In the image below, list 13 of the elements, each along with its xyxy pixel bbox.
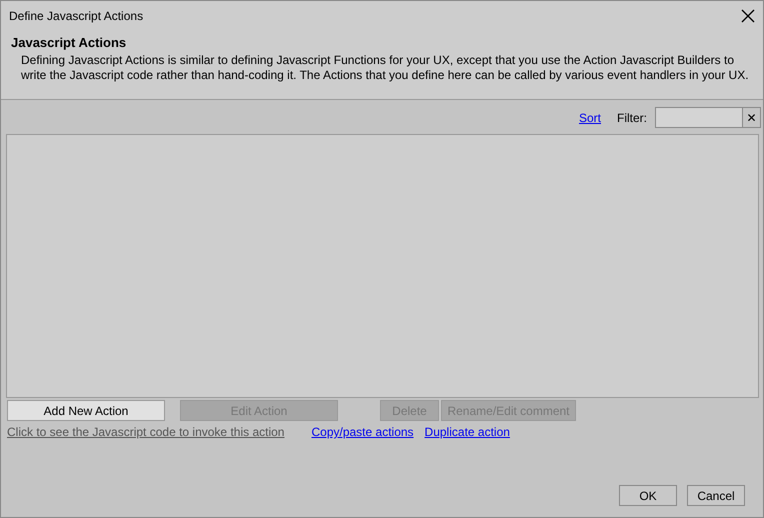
filter-field[interactable]: ✕ bbox=[655, 107, 761, 128]
ok-button[interactable]: OK bbox=[619, 485, 677, 506]
action-link[interactable]: Duplicate action bbox=[424, 425, 510, 439]
action-link[interactable]: Copy/paste actions bbox=[311, 425, 414, 439]
description-text: Defining Javascript Actions is similar to defining Javascript Functions for your UX, except that you use the Action Javascript Builders to write the Javascript code rather than hand-coding it. The Actions that you define here can be called by various event handlers in your UX. bbox=[20, 53, 750, 83]
action-button[interactable]: Add New Action bbox=[7, 400, 165, 421]
sort-link[interactable]: Sort bbox=[578, 110, 601, 124]
window-title: Define Javascript Actions bbox=[9, 9, 144, 23]
close-icon[interactable] bbox=[741, 9, 755, 23]
section-title: Javascript Actions bbox=[11, 35, 128, 50]
filter-label: Filter: bbox=[617, 110, 647, 124]
cancel-button[interactable]: Cancel bbox=[687, 485, 745, 506]
clear-button[interactable]: ✕ bbox=[742, 108, 760, 127]
